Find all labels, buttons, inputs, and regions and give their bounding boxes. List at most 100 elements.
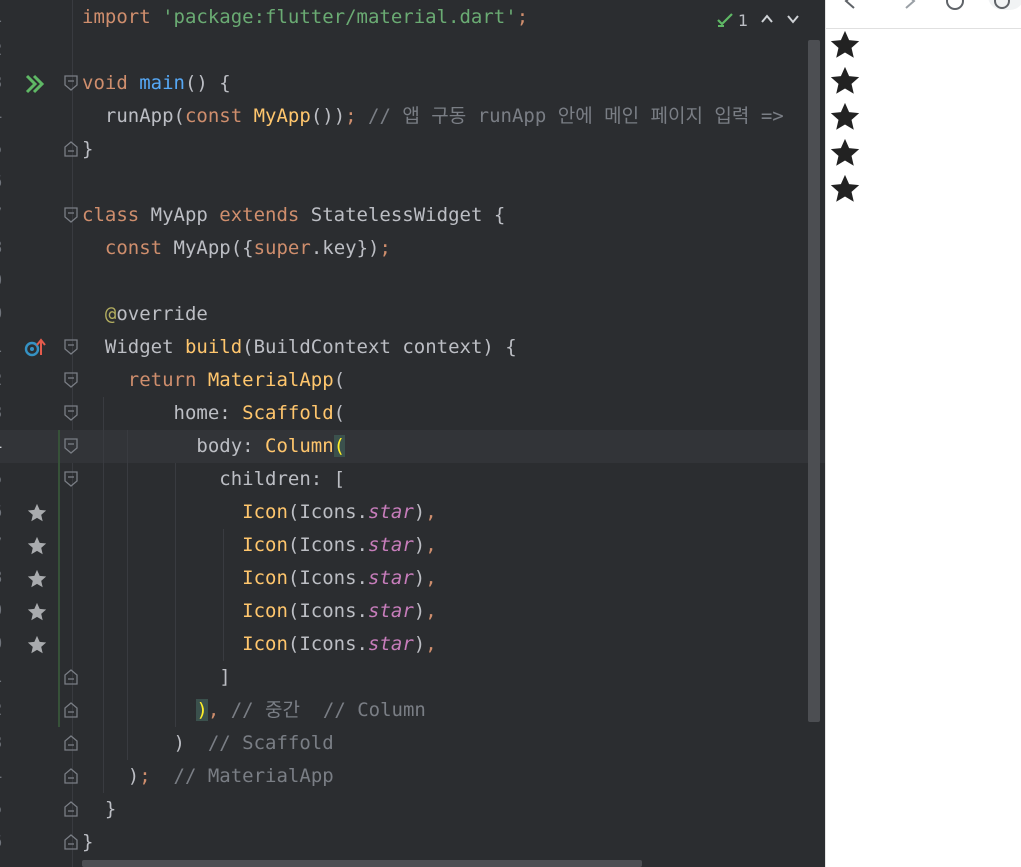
code-text[interactable]: } bbox=[82, 793, 116, 826]
code-line[interactable]: 6 Icon(Icons.star), bbox=[0, 496, 825, 529]
line-number: 1 bbox=[0, 661, 20, 694]
code-line[interactable]: 5 children: [ bbox=[0, 463, 825, 496]
code-line[interactable]: 4 runApp(const MyApp()); // 앱 구동 runApp … bbox=[0, 100, 825, 133]
code-text[interactable]: @override bbox=[82, 298, 208, 331]
line-number: 2 bbox=[0, 364, 20, 397]
code-text[interactable]: Widget build(BuildContext context) { bbox=[82, 331, 517, 364]
code-editor[interactable]: 1 import 'package:flutter/material.dart';… bbox=[0, 0, 825, 867]
code-token: (Icons. bbox=[287, 567, 368, 589]
code-text[interactable]: ] bbox=[82, 661, 230, 694]
fold-close-icon[interactable] bbox=[64, 735, 78, 751]
code-token: Scaffold bbox=[242, 402, 334, 424]
code-text[interactable]: runApp(const MyApp()); // 앱 구동 runApp 안에… bbox=[82, 100, 784, 133]
fold-close-icon[interactable] bbox=[64, 141, 78, 157]
code-line[interactable]: 5} bbox=[0, 133, 825, 166]
code-token: main bbox=[139, 72, 185, 94]
line-number: 9 bbox=[0, 265, 20, 298]
fold-open-icon[interactable] bbox=[64, 75, 78, 91]
code-text[interactable]: body: Column( bbox=[82, 430, 346, 463]
code-line[interactable]: 2 ), // 중간 // Column bbox=[0, 694, 825, 727]
code-line[interactable]: 0 Icon(Icons.star), bbox=[0, 628, 825, 661]
back-icon[interactable] bbox=[840, 0, 862, 12]
code-text[interactable]: ); // MaterialApp bbox=[82, 760, 334, 793]
code-line[interactable]: 6} bbox=[0, 826, 825, 859]
code-text[interactable]: home: Scaffold( bbox=[82, 397, 346, 430]
code-token: build bbox=[184, 336, 243, 358]
code-line[interactable]: 8 const MyApp({super.key}); bbox=[0, 232, 825, 265]
fold-close-icon[interactable] bbox=[64, 702, 78, 718]
indent-guide bbox=[175, 463, 176, 727]
code-text[interactable]: } bbox=[82, 826, 93, 859]
code-line[interactable]: 3 home: Scaffold( bbox=[0, 397, 825, 430]
inspection-widget[interactable]: 1 bbox=[716, 8, 800, 32]
reload-icon[interactable] bbox=[944, 0, 966, 12]
star-icon bbox=[830, 30, 860, 58]
chevron-down-icon[interactable] bbox=[786, 11, 800, 30]
inspection-count: 1 bbox=[738, 10, 749, 30]
fold-open-icon[interactable] bbox=[64, 471, 78, 487]
code-token: (BuildContext context) { bbox=[242, 336, 517, 358]
code-token: ()) bbox=[310, 105, 346, 127]
fold-close-icon[interactable] bbox=[64, 801, 78, 817]
code-text[interactable]: class MyApp extends StatelessWidget { bbox=[82, 199, 505, 232]
vertical-scrollbar[interactable] bbox=[808, 40, 820, 722]
code-line[interactable]: 7 Icon(Icons.star), bbox=[0, 529, 825, 562]
code-text[interactable]: const MyApp({super.key}); bbox=[82, 232, 391, 265]
code-text[interactable]: ), // 중간 // Column bbox=[82, 694, 426, 727]
code-line[interactable]: 8 Icon(Icons.star), bbox=[0, 562, 825, 595]
code-token: ; bbox=[345, 105, 369, 127]
code-line[interactable]: 1 Widget build(BuildContext context) { bbox=[0, 331, 825, 364]
code-token: Icon bbox=[242, 501, 288, 523]
code-line[interactable]: 5 } bbox=[0, 793, 825, 826]
code-text[interactable]: } bbox=[82, 133, 93, 166]
code-line[interactable]: 4 body: Column( bbox=[0, 430, 825, 463]
fold-open-icon[interactable] bbox=[64, 438, 78, 454]
code-line[interactable]: 0 @override bbox=[0, 298, 825, 331]
code-text[interactable]: void main() { bbox=[82, 67, 231, 100]
code-line[interactable]: 2 bbox=[0, 34, 825, 67]
code-line[interactable]: 6 bbox=[0, 166, 825, 199]
fold-close-icon[interactable] bbox=[64, 834, 78, 850]
site-info-icon[interactable] bbox=[986, 0, 1021, 12]
code-line[interactable]: 3 ) // Scaffold bbox=[0, 727, 825, 760]
code-line[interactable]: 9 bbox=[0, 265, 825, 298]
code-text[interactable]: return MaterialApp( bbox=[82, 364, 345, 397]
code-text[interactable]: Icon(Icons.star), bbox=[82, 496, 437, 529]
inspection-check-icon[interactable]: 1 bbox=[716, 11, 748, 30]
code-text[interactable]: Icon(Icons.star), bbox=[82, 529, 437, 562]
run-icon[interactable] bbox=[24, 73, 46, 95]
code-text[interactable]: children: [ bbox=[82, 463, 345, 496]
override-method-icon[interactable] bbox=[24, 337, 46, 359]
code-token: import bbox=[82, 6, 163, 28]
code-text[interactable]: Icon(Icons.star), bbox=[82, 628, 437, 661]
code-line[interactable]: 9 Icon(Icons.star), bbox=[0, 595, 825, 628]
code-token: ) bbox=[413, 567, 426, 589]
code-token: class bbox=[82, 204, 151, 226]
star-gutter-icon bbox=[27, 602, 47, 621]
fold-close-icon[interactable] bbox=[64, 768, 78, 784]
chevron-up-icon[interactable] bbox=[760, 11, 774, 30]
code-line[interactable]: 4 ); // MaterialApp bbox=[0, 760, 825, 793]
horizontal-scrollbar[interactable] bbox=[82, 860, 642, 867]
fold-open-icon[interactable] bbox=[64, 372, 78, 388]
fold-open-icon[interactable] bbox=[64, 405, 78, 421]
fold-open-icon[interactable] bbox=[64, 339, 78, 355]
code-text[interactable]: Icon(Icons.star), bbox=[82, 562, 437, 595]
indent-guide bbox=[127, 430, 128, 760]
code-line[interactable]: 3 void main() { bbox=[0, 67, 825, 100]
fold-open-icon[interactable] bbox=[64, 207, 78, 223]
code-line[interactable]: 2 return MaterialApp( bbox=[0, 364, 825, 397]
code-line[interactable]: 7 class MyApp extends StatelessWidget { bbox=[0, 199, 825, 232]
code-line[interactable]: 1 ] bbox=[0, 661, 825, 694]
code-text[interactable]: Icon(Icons.star), bbox=[82, 595, 437, 628]
code-line[interactable]: 1 import 'package:flutter/material.dart'; bbox=[0, 1, 825, 34]
code-text[interactable]: import 'package:flutter/material.dart'; bbox=[82, 1, 528, 34]
fold-close-icon[interactable] bbox=[64, 669, 78, 685]
code-token: MyApp bbox=[150, 204, 220, 226]
code-text[interactable]: ) // Scaffold bbox=[82, 727, 334, 760]
forward-icon[interactable] bbox=[898, 0, 920, 12]
